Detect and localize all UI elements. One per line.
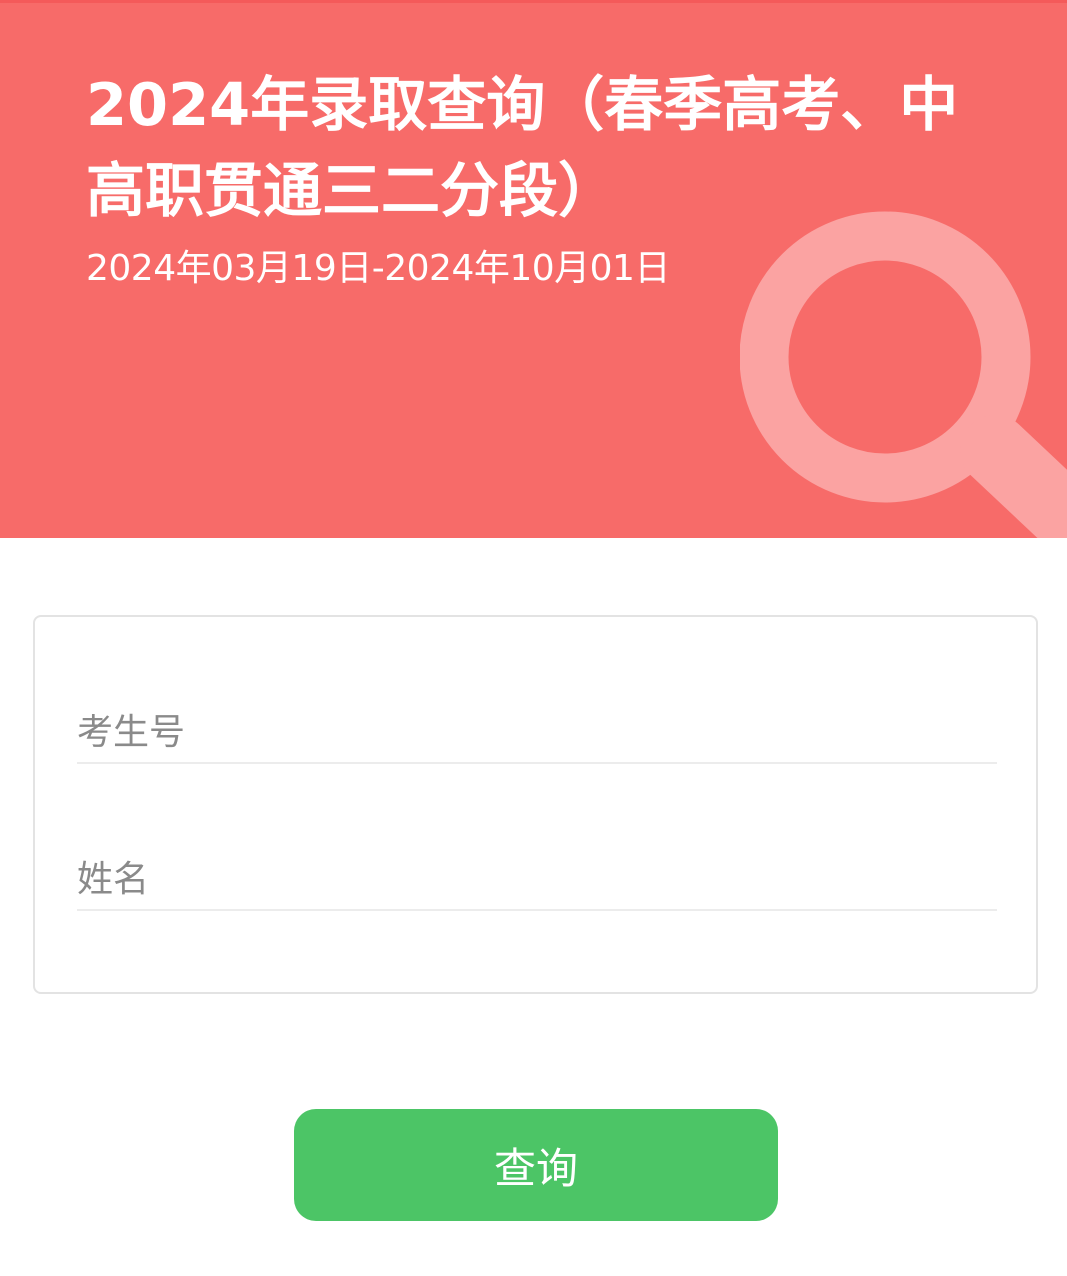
- query-page: 2024年录取查询（春季高考、中高职贯通三二分段） 2024年03月19日-20…: [0, 0, 1067, 1276]
- magnifier-icon: [740, 211, 1067, 538]
- header-banner: 2024年录取查询（春季高考、中高职贯通三二分段） 2024年03月19日-20…: [0, 0, 1067, 538]
- query-button[interactable]: 查询: [294, 1109, 778, 1221]
- query-form: [33, 615, 1038, 994]
- top-accent-line: [0, 0, 1067, 3]
- magnifier-handle: [960, 415, 1067, 538]
- candidate-number-input[interactable]: [77, 702, 997, 764]
- date-range: 2024年03月19日-2024年10月01日: [86, 248, 670, 289]
- name-input[interactable]: [77, 849, 997, 911]
